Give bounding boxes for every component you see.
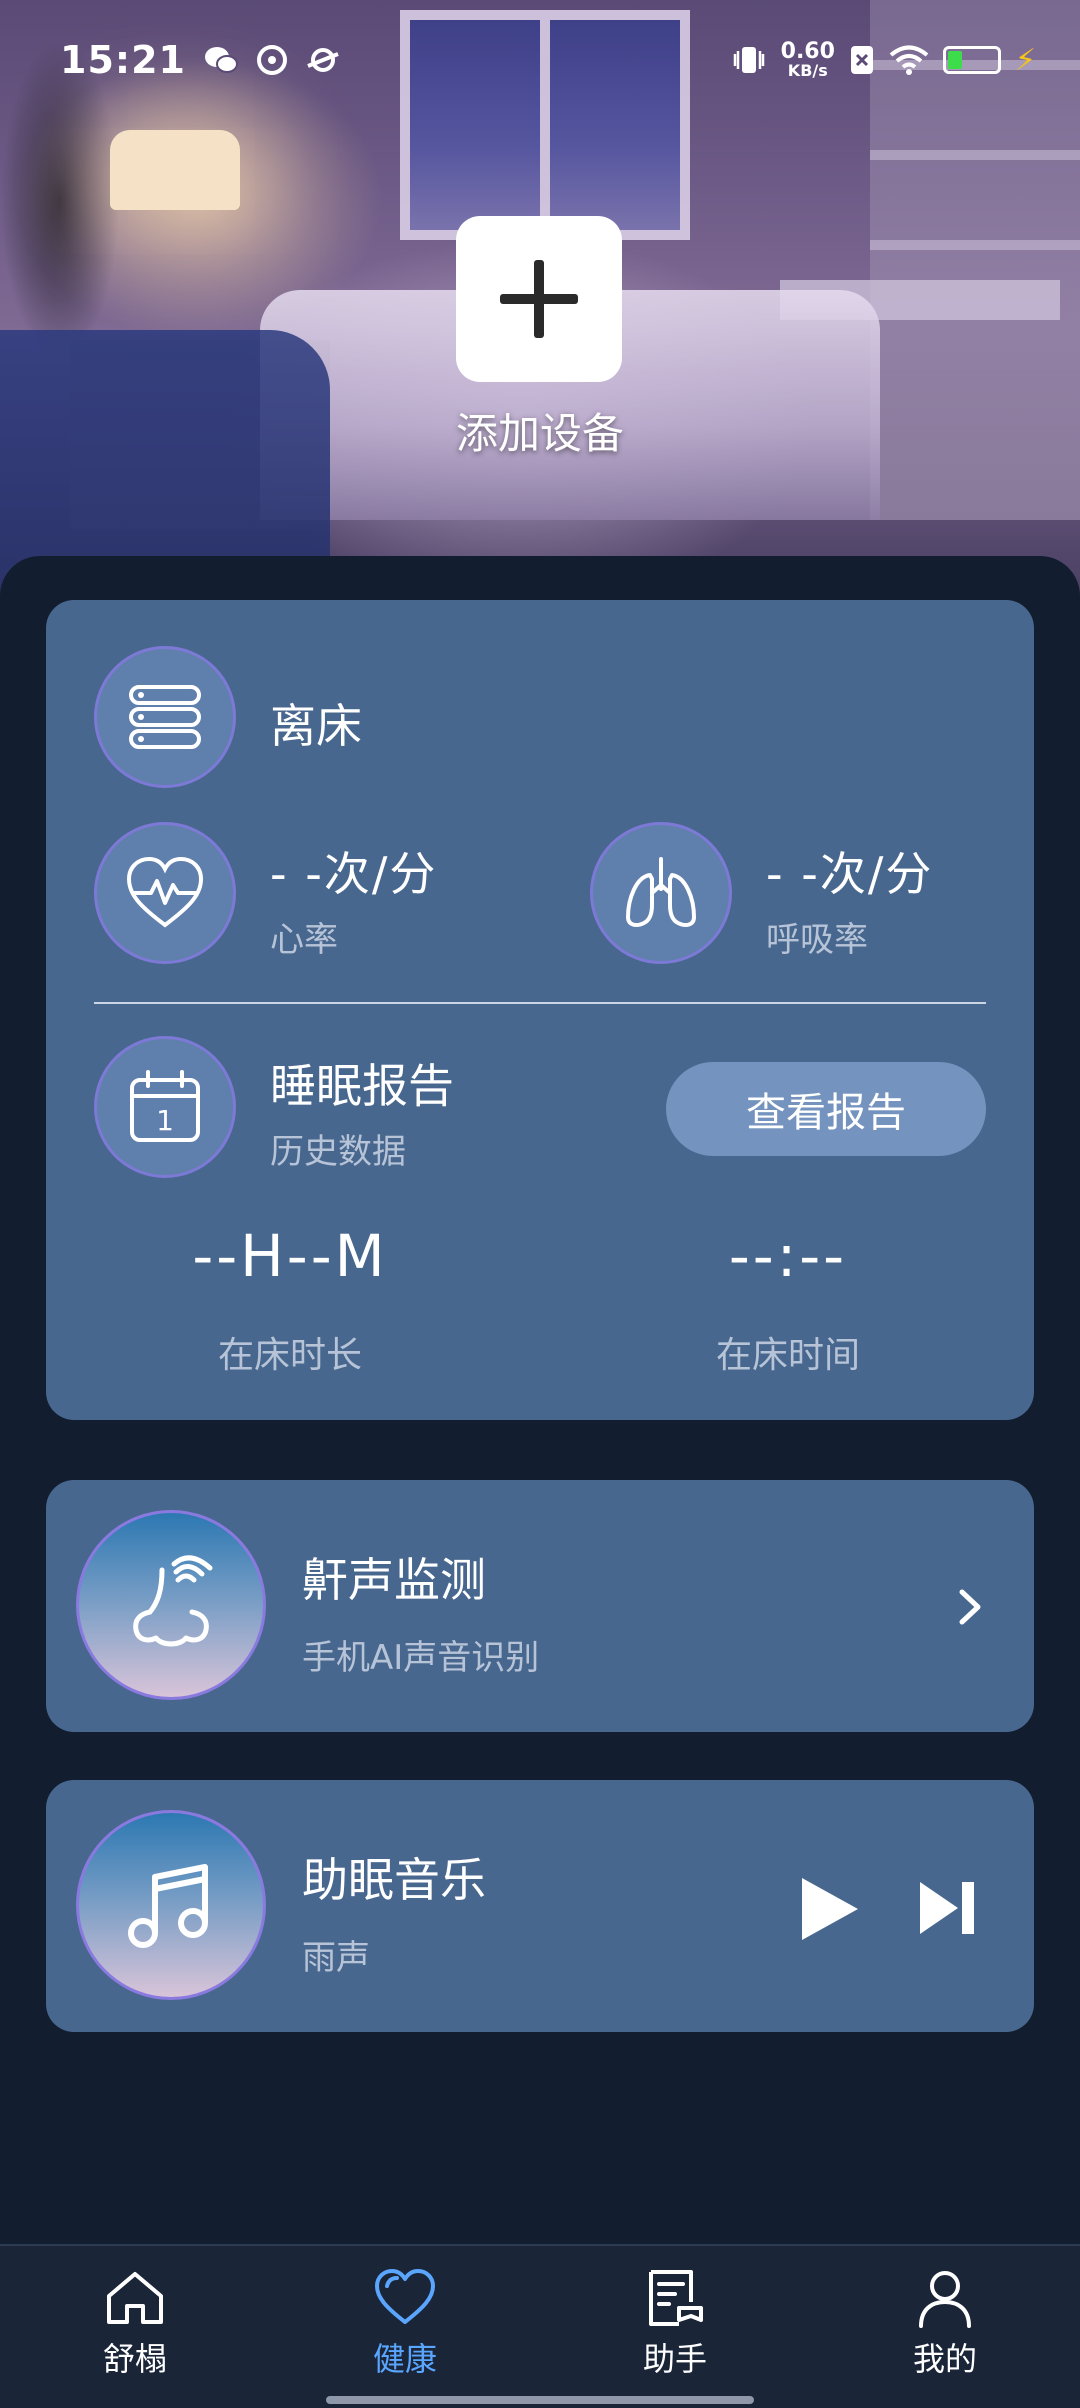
lungs-icon (626, 857, 696, 927)
bottom-nav: 舒榻 健康 助手 我的 (0, 2244, 1080, 2408)
snore-subtitle: 手机AI声音识别 (302, 1638, 540, 1678)
nav-label-profile: 我的 (912, 2340, 977, 2378)
heart-icon (375, 2269, 435, 2324)
nav-label-assistant: 助手 (642, 2340, 707, 2378)
breath-rate-icon-circle (590, 822, 732, 964)
planet-icon (307, 48, 339, 72)
no-sim-icon (850, 46, 873, 74)
report-title: 睡眠报告 (270, 1059, 454, 1113)
report-subtitle: 历史数据 (270, 1132, 406, 1172)
wifi-icon (889, 45, 929, 75)
bed-status-icon-circle (94, 646, 236, 788)
nav-label-home: 舒榻 (102, 2340, 167, 2378)
lamp-decor (110, 130, 240, 210)
snore-icon-circle (76, 1510, 266, 1700)
nav-item-health[interactable]: 健康 (270, 2246, 540, 2408)
nav-item-home[interactable]: 舒榻 (0, 2246, 270, 2408)
status-bar: 15:21 0.60 KB/s ⚡ (0, 0, 1080, 120)
charging-icon: ⚡ (1014, 42, 1036, 78)
heart-rate-icon-circle (94, 822, 236, 964)
card-divider (94, 1002, 986, 1004)
report-icon-circle: 1 (94, 1036, 236, 1178)
home-icon (107, 2272, 163, 2324)
home-indicator[interactable] (326, 2396, 754, 2404)
status-time: 15:21 (60, 38, 186, 82)
snore-title: 鼾声监测 (302, 1553, 486, 1607)
view-report-button[interactable]: 查看报告 (666, 1062, 986, 1156)
bed-time-label: 在床时间 (715, 1335, 860, 1376)
skip-next-icon[interactable] (916, 1880, 978, 1936)
assistant-icon (649, 2270, 703, 2326)
breath-rate-label: 呼吸率 (766, 920, 868, 960)
bed-layers-icon (129, 685, 201, 749)
play-icon[interactable] (796, 1874, 862, 1944)
profile-icon (919, 2271, 971, 2328)
music-icon-circle (76, 1810, 266, 2000)
nose-sound-icon (133, 1555, 213, 1647)
chevron-right-icon[interactable] (950, 1586, 988, 1628)
nav-item-profile[interactable]: 我的 (810, 2246, 1080, 2408)
breath-rate-value: - -次/分 (766, 847, 934, 901)
bed-duration-value: --H--M (192, 1222, 388, 1290)
heart-rate-label: 心率 (270, 920, 338, 960)
bed-status-text: 离床 (270, 699, 362, 753)
add-device-button[interactable] (456, 216, 622, 382)
network-speed: 0.60 KB/s (780, 39, 835, 80)
heart-pulse-icon (126, 856, 204, 928)
wechat-icon (204, 47, 238, 73)
music-title: 助眠音乐 (302, 1853, 486, 1907)
vibrate-icon (733, 47, 764, 73)
music-disc-icon (256, 45, 287, 75)
battery-icon (942, 46, 1001, 74)
svg-text:1: 1 (156, 1104, 174, 1137)
bed-duration-label: 在床时长 (217, 1335, 362, 1376)
heart-rate-value: - -次/分 (270, 847, 438, 901)
battery-fill (947, 51, 963, 69)
nav-item-assistant[interactable]: 助手 (540, 2246, 810, 2408)
nav-label-health: 健康 (372, 2340, 437, 2378)
music-subtitle: 雨声 (302, 1938, 370, 1978)
music-note-icon (128, 1864, 208, 1948)
plus-icon (500, 260, 578, 338)
add-device-label: 添加设备 (455, 409, 624, 458)
calendar-icon: 1 (130, 1070, 200, 1142)
bed-time-value: --:-- (728, 1222, 848, 1290)
